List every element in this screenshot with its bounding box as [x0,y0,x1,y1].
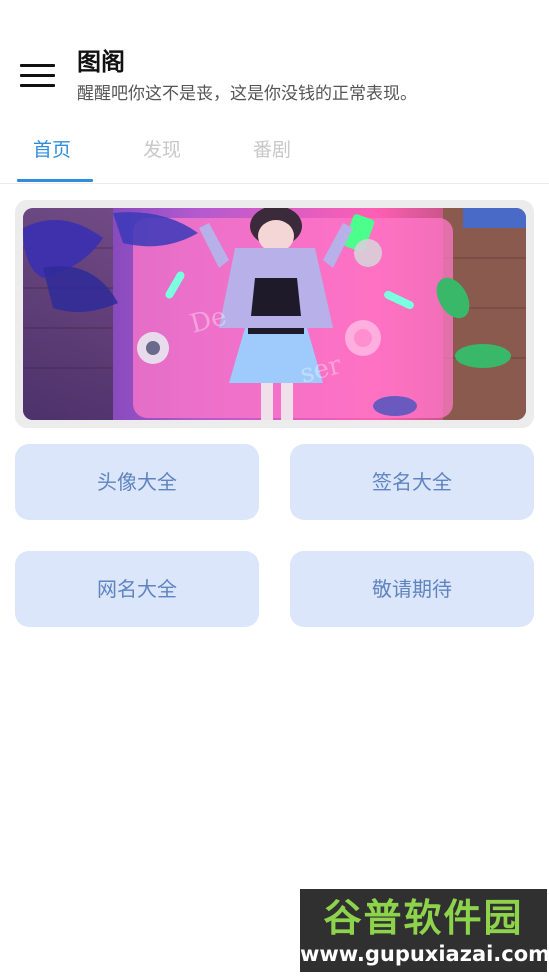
tab-discover[interactable]: 发现 [143,136,181,164]
card-avatar-collection-label: 头像大全 [97,470,177,494]
app-header: 图阁 醒醒吧你这不是丧，这是你没钱的正常表现。 [0,0,549,120]
banner-illustration: De ser [23,208,526,420]
card-coming-soon[interactable]: 敬请期待 [290,551,534,627]
card-coming-soon-label: 敬请期待 [372,577,452,601]
app-title: 图阁 [77,48,125,76]
card-signature-collection[interactable]: 签名大全 [290,444,534,520]
card-signature-collection-label: 签名大全 [372,470,452,494]
card-nickname-collection-label: 网名大全 [97,577,177,601]
tab-bar: 首页 发现 番剧 [0,120,549,184]
tab-home[interactable]: 首页 [33,136,71,164]
card-nickname-collection[interactable]: 网名大全 [15,551,259,627]
watermark-title: 谷普软件园 [323,896,524,940]
banner-carousel[interactable]: De ser [15,200,534,428]
tab-anime[interactable]: 番剧 [253,136,291,164]
card-avatar-collection[interactable]: 头像大全 [15,444,259,520]
watermark-url: www.gupuxiazai.com [300,942,549,966]
banner-image[interactable]: De ser [23,208,526,420]
hamburger-menu-icon[interactable] [20,64,55,90]
site-watermark: 谷普软件园 www.gupuxiazai.com [300,889,549,972]
app-subtitle: 醒醒吧你这不是丧，这是你没钱的正常表现。 [77,84,417,104]
active-tab-indicator [17,179,93,182]
